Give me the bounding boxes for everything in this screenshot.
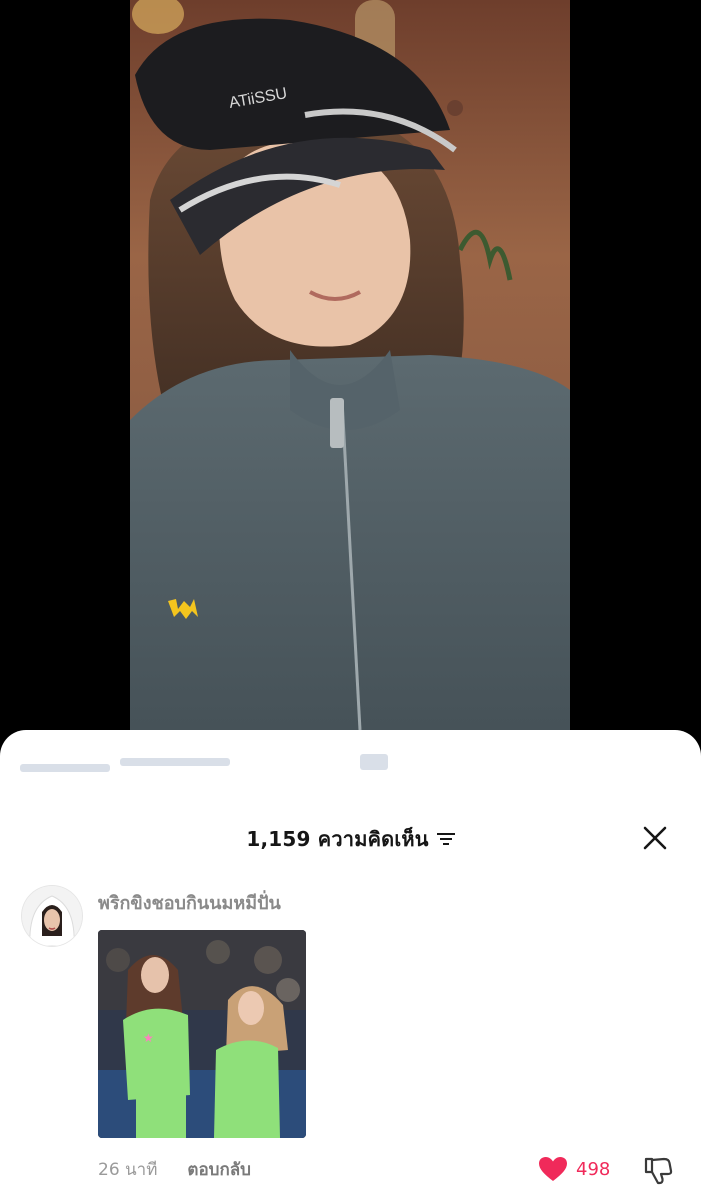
heart-icon xyxy=(539,1157,567,1181)
sticker-icon xyxy=(168,599,198,619)
thumbs-down-icon[interactable] xyxy=(642,1154,674,1186)
attachment-photo: ★ xyxy=(98,930,306,1138)
comment-timestamp: 26 นาที xyxy=(98,1159,158,1180)
comments-header: 1,159 ความคิดเห็น xyxy=(0,822,701,856)
sort-icon[interactable] xyxy=(436,832,455,846)
avatar[interactable] xyxy=(22,886,82,946)
comments-sheet: 1,159 ความคิดเห็น พริกขิงชอบกินนมหมีปั่น… xyxy=(0,730,701,1199)
comment-attachment-image[interactable]: ★ xyxy=(98,930,306,1138)
comments-count-title: 1,159 ความคิดเห็น xyxy=(246,827,429,851)
previous-content-peek xyxy=(20,750,400,780)
like-count: 498 xyxy=(576,1158,611,1180)
like-button[interactable]: 498 xyxy=(538,1154,610,1184)
video-player[interactable]: ATiiSSU xyxy=(130,0,570,730)
peek-bar xyxy=(360,754,388,770)
app-screen: ATiiSSU 1,159 ความคิดเห็น พริกขิงชอบกินน… xyxy=(0,0,701,1199)
peek-bar xyxy=(20,764,110,772)
peek-bar xyxy=(120,758,230,766)
avatar-image xyxy=(22,886,82,946)
close-icon[interactable] xyxy=(641,824,669,852)
comment-meta: 26 นาที ตอบกลับ xyxy=(98,1156,251,1182)
shirt-print-text: ★ xyxy=(143,1031,154,1045)
comment-username[interactable]: พริกขิงชอบกินนมหมีปั่น xyxy=(98,888,281,917)
reply-button[interactable]: ตอบกลับ xyxy=(187,1156,251,1183)
